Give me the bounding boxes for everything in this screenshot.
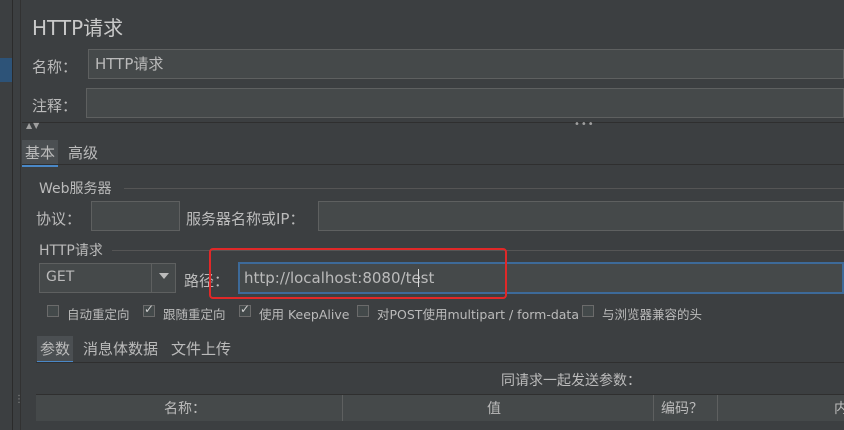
server-label: 服务器名称或IP：	[186, 210, 305, 228]
column-header-value[interactable]: 值	[487, 398, 501, 418]
name-label: 名称：	[32, 58, 78, 76]
params-caption: 同请求一起发送参数：	[501, 373, 641, 389]
comment-input[interactable]	[86, 88, 844, 118]
comment-label: 注释：	[32, 97, 78, 115]
column-header-encode[interactable]: 编码？	[661, 398, 703, 418]
page-title: HTTP请求	[32, 16, 124, 40]
fieldset-rule	[124, 188, 844, 189]
server-input[interactable]	[318, 201, 844, 231]
tab-underline	[22, 164, 844, 165]
checkbox-label: 与浏览器兼容的头	[602, 307, 703, 322]
column-separator[interactable]	[717, 395, 718, 421]
checkbox-label: 使用 KeepAlive	[259, 307, 350, 322]
checkbox-label: 对POST使用multipart / form-data	[377, 307, 579, 322]
chevron-down-icon	[159, 273, 169, 279]
http-request-legend: HTTP请求	[39, 243, 103, 259]
panel-divider	[20, 0, 21, 430]
protocol-label: 协议：	[36, 210, 82, 228]
column-header-content[interactable]: 内	[834, 398, 844, 418]
collapse-arrows-icon[interactable]: ▲▼	[26, 121, 40, 130]
tree-selection-marker	[0, 58, 12, 82]
method-dropdown-button[interactable]	[151, 264, 175, 292]
highlight-annotation-box	[209, 248, 507, 299]
column-separator[interactable]	[653, 395, 654, 421]
drag-handle-icon[interactable]: •••	[574, 119, 595, 130]
split-pane-divider[interactable]	[22, 122, 844, 131]
tab-parameters[interactable]: 参数	[37, 336, 74, 363]
method-value: GET	[46, 269, 75, 285]
checkbox-box[interactable]	[143, 302, 155, 317]
tab-advanced[interactable]: 高级	[65, 140, 101, 165]
column-header-name[interactable]: 名称：	[164, 398, 206, 418]
method-select[interactable]: GET	[39, 263, 176, 293]
checkbox-label: 跟随重定向	[163, 307, 226, 322]
checkbox-box[interactable]	[47, 305, 59, 317]
column-separator[interactable]	[342, 395, 343, 421]
tab-body-data[interactable]: 消息体数据	[80, 336, 161, 361]
web-server-legend: Web服务器	[39, 181, 112, 197]
tab-file-upload[interactable]: 文件上传	[168, 336, 234, 361]
protocol-input[interactable]	[91, 201, 180, 231]
tab-underline	[36, 362, 844, 363]
tab-basic[interactable]: 基本	[22, 140, 59, 167]
params-table-header: 名称： 值 编码？ 内	[36, 394, 844, 421]
name-input[interactable]: HTTP请求	[88, 49, 844, 79]
checkbox-box[interactable]	[582, 305, 594, 317]
checkbox-box[interactable]	[239, 302, 251, 317]
checkbox-label: 自动重定向	[67, 307, 130, 322]
checkbox-box[interactable]	[357, 305, 369, 317]
